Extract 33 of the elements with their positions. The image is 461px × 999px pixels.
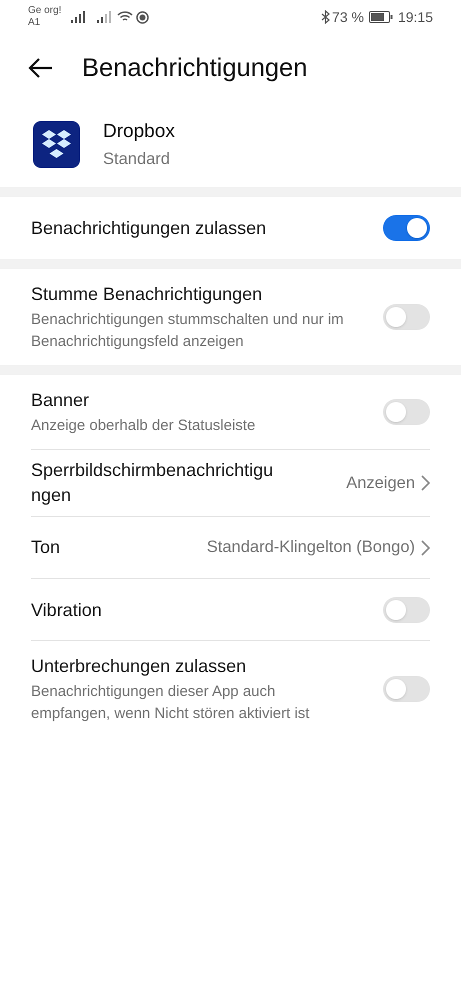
back-arrow-icon [27, 57, 53, 79]
setting-description: Benachrichtigungen stummschalten und nur im Benachrichtigungsfeld anzeigen [31, 310, 345, 352]
chevron-right-icon [421, 475, 430, 491]
setting-description: Anzeige oberhalb der Statusleiste [31, 416, 256, 436]
carrier-name: A1 [28, 17, 42, 29]
setting-value: Anzeigen [346, 472, 415, 494]
clock-time: 19:15 [398, 8, 433, 26]
signal-icon [97, 11, 114, 23]
toggle-switch[interactable] [383, 304, 430, 330]
wifi-icon [117, 11, 134, 23]
setting-title: Stumme Benachrichtigungen [31, 283, 264, 306]
toggle-switch[interactable] [383, 399, 430, 425]
setting-title: Vibration [31, 598, 103, 622]
bluetooth-icon [321, 10, 330, 24]
setting-title: Ton [31, 536, 62, 559]
setting-title: Sperrbildschirmbenachrichtigungen [31, 459, 274, 507]
battery-icon [368, 11, 393, 23]
setting-title: Unterbrechungen zulassen [31, 655, 248, 678]
setting-title: Banner [31, 389, 90, 412]
carrier-name: Ge org! [28, 5, 62, 17]
app-name: Dropbox [103, 120, 175, 144]
setting-value: Standard-Klingelton (Bongo) [206, 537, 415, 558]
page-title: Benachrichtigungen [82, 52, 308, 84]
setting-title: Benachrichtigungen zulassen [31, 217, 268, 240]
toggle-switch[interactable] [383, 676, 430, 702]
signal-icon [71, 11, 88, 23]
toggle-switch[interactable] [383, 215, 430, 241]
setting-description: Benachrichtigungen dieser App auch empfangen, wenn Nicht stören aktiviert ist [31, 682, 310, 724]
chevron-right-icon [421, 540, 430, 556]
app-subtitle: Standard [103, 148, 171, 170]
battery-percentage: 73 % [332, 8, 364, 26]
toggle-switch[interactable] [383, 596, 430, 622]
app-icon [33, 121, 80, 168]
